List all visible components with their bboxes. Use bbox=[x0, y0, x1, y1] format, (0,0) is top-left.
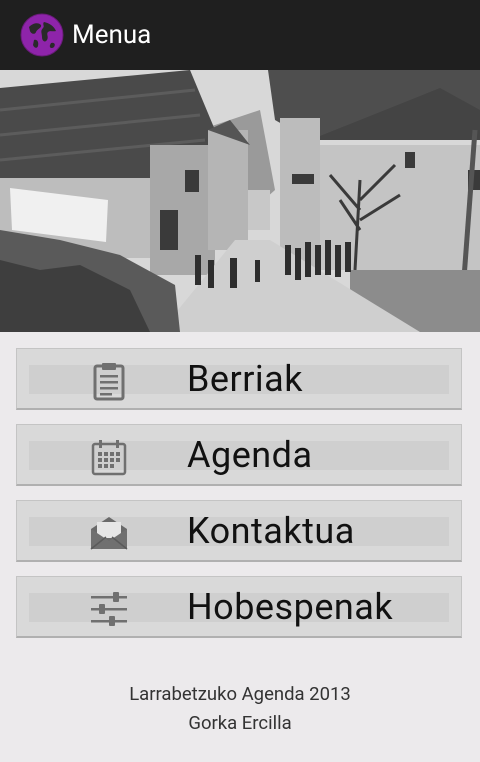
calendar-icon bbox=[91, 440, 127, 476]
hobespenak-label: Hobespenak bbox=[187, 586, 394, 628]
agenda-button[interactable]: Agenda bbox=[16, 424, 462, 486]
clipboard-icon bbox=[93, 363, 125, 401]
globe-icon[interactable] bbox=[20, 13, 64, 57]
kontaktua-label: Kontaktua bbox=[187, 510, 355, 552]
footer-app-name: Larrabetzuko Agenda 2013 bbox=[129, 683, 351, 705]
footer-author: Gorka Ercilla bbox=[188, 712, 292, 734]
mail-icon bbox=[90, 517, 128, 550]
kontaktua-button[interactable]: Kontaktua bbox=[16, 500, 462, 562]
app-title: Menua bbox=[72, 20, 152, 50]
footer-credits: Larrabetzuko Agenda 2013 Gorka Ercilla bbox=[0, 680, 480, 738]
berriak-button[interactable]: Berriak bbox=[16, 348, 462, 410]
hobespenak-button[interactable]: Hobespenak bbox=[16, 576, 462, 638]
berriak-label: Berriak bbox=[187, 358, 303, 400]
agenda-label: Agenda bbox=[187, 434, 313, 476]
settings-sliders-icon bbox=[91, 592, 127, 626]
main-menu: Berriak Agenda Kontaktua Hobespenak bbox=[16, 348, 462, 652]
banner-image bbox=[0, 70, 480, 332]
action-bar: Menua bbox=[0, 0, 480, 70]
